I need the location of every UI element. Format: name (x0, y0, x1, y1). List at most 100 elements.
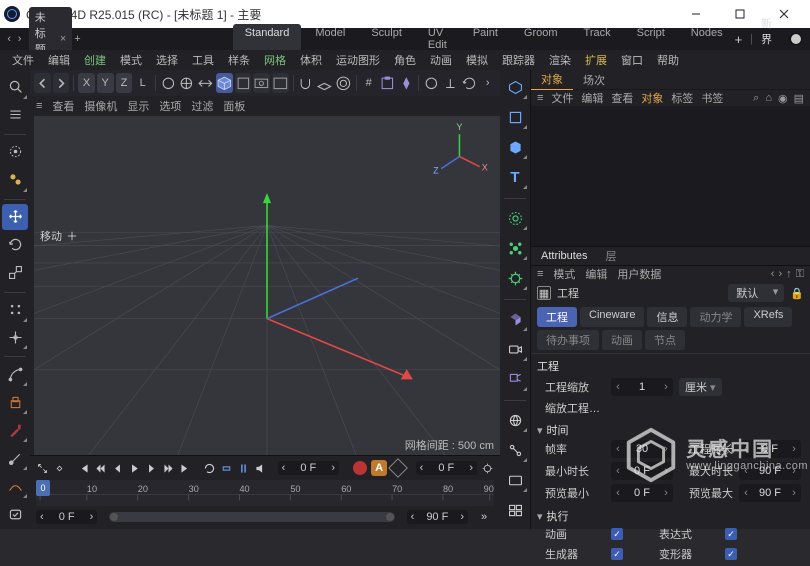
more-button[interactable]: › (479, 73, 496, 93)
autokey-button[interactable]: A (371, 458, 387, 478)
unlock-icon[interactable]: ⚿ (796, 268, 804, 281)
undo-button[interactable] (34, 73, 51, 93)
tag-button[interactable] (502, 467, 528, 493)
y-axis-toggle[interactable]: Y (97, 73, 114, 93)
range-start-input[interactable]: ‹0 F› (36, 510, 97, 524)
scale-project-link[interactable]: 缩放工程… (531, 400, 810, 420)
soft-select-button[interactable] (379, 73, 396, 93)
marker-icon[interactable] (237, 458, 250, 478)
set-key-button[interactable] (391, 458, 405, 478)
nav-up-icon[interactable]: ↑ (786, 268, 792, 281)
environment-button[interactable] (502, 407, 528, 433)
world-button[interactable] (178, 73, 195, 93)
document-tab-close[interactable]: × (60, 33, 66, 45)
hamburger-icon[interactable]: ≡ (537, 268, 543, 280)
camera-button[interactable] (502, 336, 528, 362)
symmetry-button[interactable] (398, 73, 415, 93)
menu-tools[interactable]: 工具 (186, 50, 220, 70)
viewmenu-options[interactable]: 选项 (159, 98, 181, 114)
parent-button[interactable] (197, 73, 214, 93)
menu-file[interactable]: 文件 (6, 50, 40, 70)
preview-min-input[interactable]: ‹0 F› (611, 484, 673, 502)
next-frame-button[interactable] (145, 458, 158, 478)
menu-character[interactable]: 角色 (388, 50, 422, 70)
coord-system-button[interactable] (160, 73, 177, 93)
prev-key-button[interactable] (94, 458, 107, 478)
render-settings-button[interactable] (235, 73, 252, 93)
menu-help[interactable]: 帮助 (651, 50, 685, 70)
chip-xrefs[interactable]: XRefs (744, 307, 792, 327)
search-icon[interactable]: ⌕ (753, 92, 759, 105)
tab-objects[interactable]: 对象 (531, 69, 573, 90)
attr-menu-userdata[interactable]: 用户数据 (617, 266, 661, 282)
extrude-tool[interactable] (2, 389, 28, 415)
exec-anim-checkbox[interactable]: ✓ (611, 528, 623, 540)
object-manager-tree[interactable] (531, 106, 810, 246)
filter-icon[interactable]: ▤ (794, 92, 804, 105)
placement-button[interactable] (442, 73, 459, 93)
menu-extensions[interactable]: 扩展 (579, 50, 613, 70)
scale-unit-dropdown[interactable]: 厘米 (679, 378, 722, 396)
timeline-scrollbar[interactable] (109, 512, 394, 522)
perspective-viewport[interactable]: 透视视图 默认摄像机 ⌂ (34, 116, 500, 455)
deformer-button[interactable] (502, 235, 528, 261)
menu-volume[interactable]: 体积 (294, 50, 328, 70)
menu-animate[interactable]: 动画 (424, 50, 458, 70)
exec-gen-checkbox[interactable]: ✓ (611, 548, 623, 560)
section-time-header[interactable]: ▾时间 (531, 420, 810, 440)
min-input[interactable]: ‹0 F› (611, 462, 673, 480)
preset-lock-icon[interactable]: 🔒 (790, 287, 804, 300)
tab-takes[interactable]: 场次 (573, 70, 615, 90)
paint-select-tool[interactable] (2, 167, 28, 193)
polygon-primitive-button[interactable] (502, 74, 528, 100)
cube-primitive-button[interactable] (216, 73, 233, 93)
fps-input[interactable]: ‹30› (611, 440, 673, 458)
loop-button[interactable] (203, 458, 216, 478)
preset-dropdown[interactable]: 默认 (728, 284, 784, 302)
quantize-button[interactable] (335, 73, 352, 93)
cursor-tool[interactable] (2, 139, 28, 165)
section-exec-header[interactable]: ▾执行 (531, 506, 810, 526)
spline-primitive-button[interactable] (502, 104, 528, 130)
snap-toggle[interactable] (297, 73, 314, 93)
viewmenu-view[interactable]: 查看 (52, 98, 74, 114)
chip-nodes[interactable]: 节点 (645, 330, 685, 350)
x-axis-toggle[interactable]: X (78, 73, 95, 93)
menu-simulate[interactable]: 模拟 (460, 50, 494, 70)
tab-attributes[interactable]: Attributes (531, 248, 597, 264)
loop-range-button[interactable] (220, 458, 233, 478)
generator-button[interactable] (502, 134, 528, 160)
go-end-button[interactable] (179, 458, 192, 478)
rotate-tool[interactable] (2, 232, 28, 258)
menu-mode[interactable]: 模式 (114, 50, 148, 70)
menu-window[interactable]: 窗口 (615, 50, 649, 70)
go-start-button[interactable] (77, 458, 90, 478)
volume-button[interactable] (502, 306, 528, 332)
menu-tracker[interactable]: 跟踪器 (496, 50, 541, 70)
move-tool[interactable] (2, 204, 28, 230)
tab-layers[interactable]: 层 (597, 246, 624, 266)
rigging-button[interactable] (502, 437, 528, 463)
menu-mesh[interactable]: 网格 (258, 50, 292, 70)
range-end-input[interactable]: ‹90 F› (407, 510, 468, 524)
history-button[interactable] (461, 73, 478, 93)
chip-cineware[interactable]: Cineware (580, 307, 644, 327)
live-select-tool[interactable] (2, 74, 28, 100)
home-icon[interactable]: ⌂ (765, 92, 772, 105)
keyframe-icon[interactable] (53, 458, 66, 478)
new-ui-toggle[interactable] (789, 33, 802, 45)
render-button[interactable] (253, 73, 270, 93)
current-frame-input[interactable]: ‹0 F› (278, 461, 339, 475)
layout-add-button[interactable]: + (735, 32, 743, 47)
om-menu-object[interactable]: 对象 (641, 90, 663, 106)
nav-fwd-icon[interactable]: › (778, 268, 782, 281)
next-key-button[interactable] (162, 458, 175, 478)
field-button[interactable] (502, 205, 528, 231)
menu-render[interactable]: 渲染 (543, 50, 577, 70)
mograph-button[interactable] (502, 265, 528, 291)
timeline-settings-icon[interactable] (481, 458, 494, 478)
cv-tool[interactable] (2, 473, 28, 499)
z-axis-toggle[interactable]: Z (116, 73, 133, 93)
om-menu-tags[interactable]: 标签 (671, 90, 693, 106)
scale-tool[interactable] (2, 260, 28, 286)
